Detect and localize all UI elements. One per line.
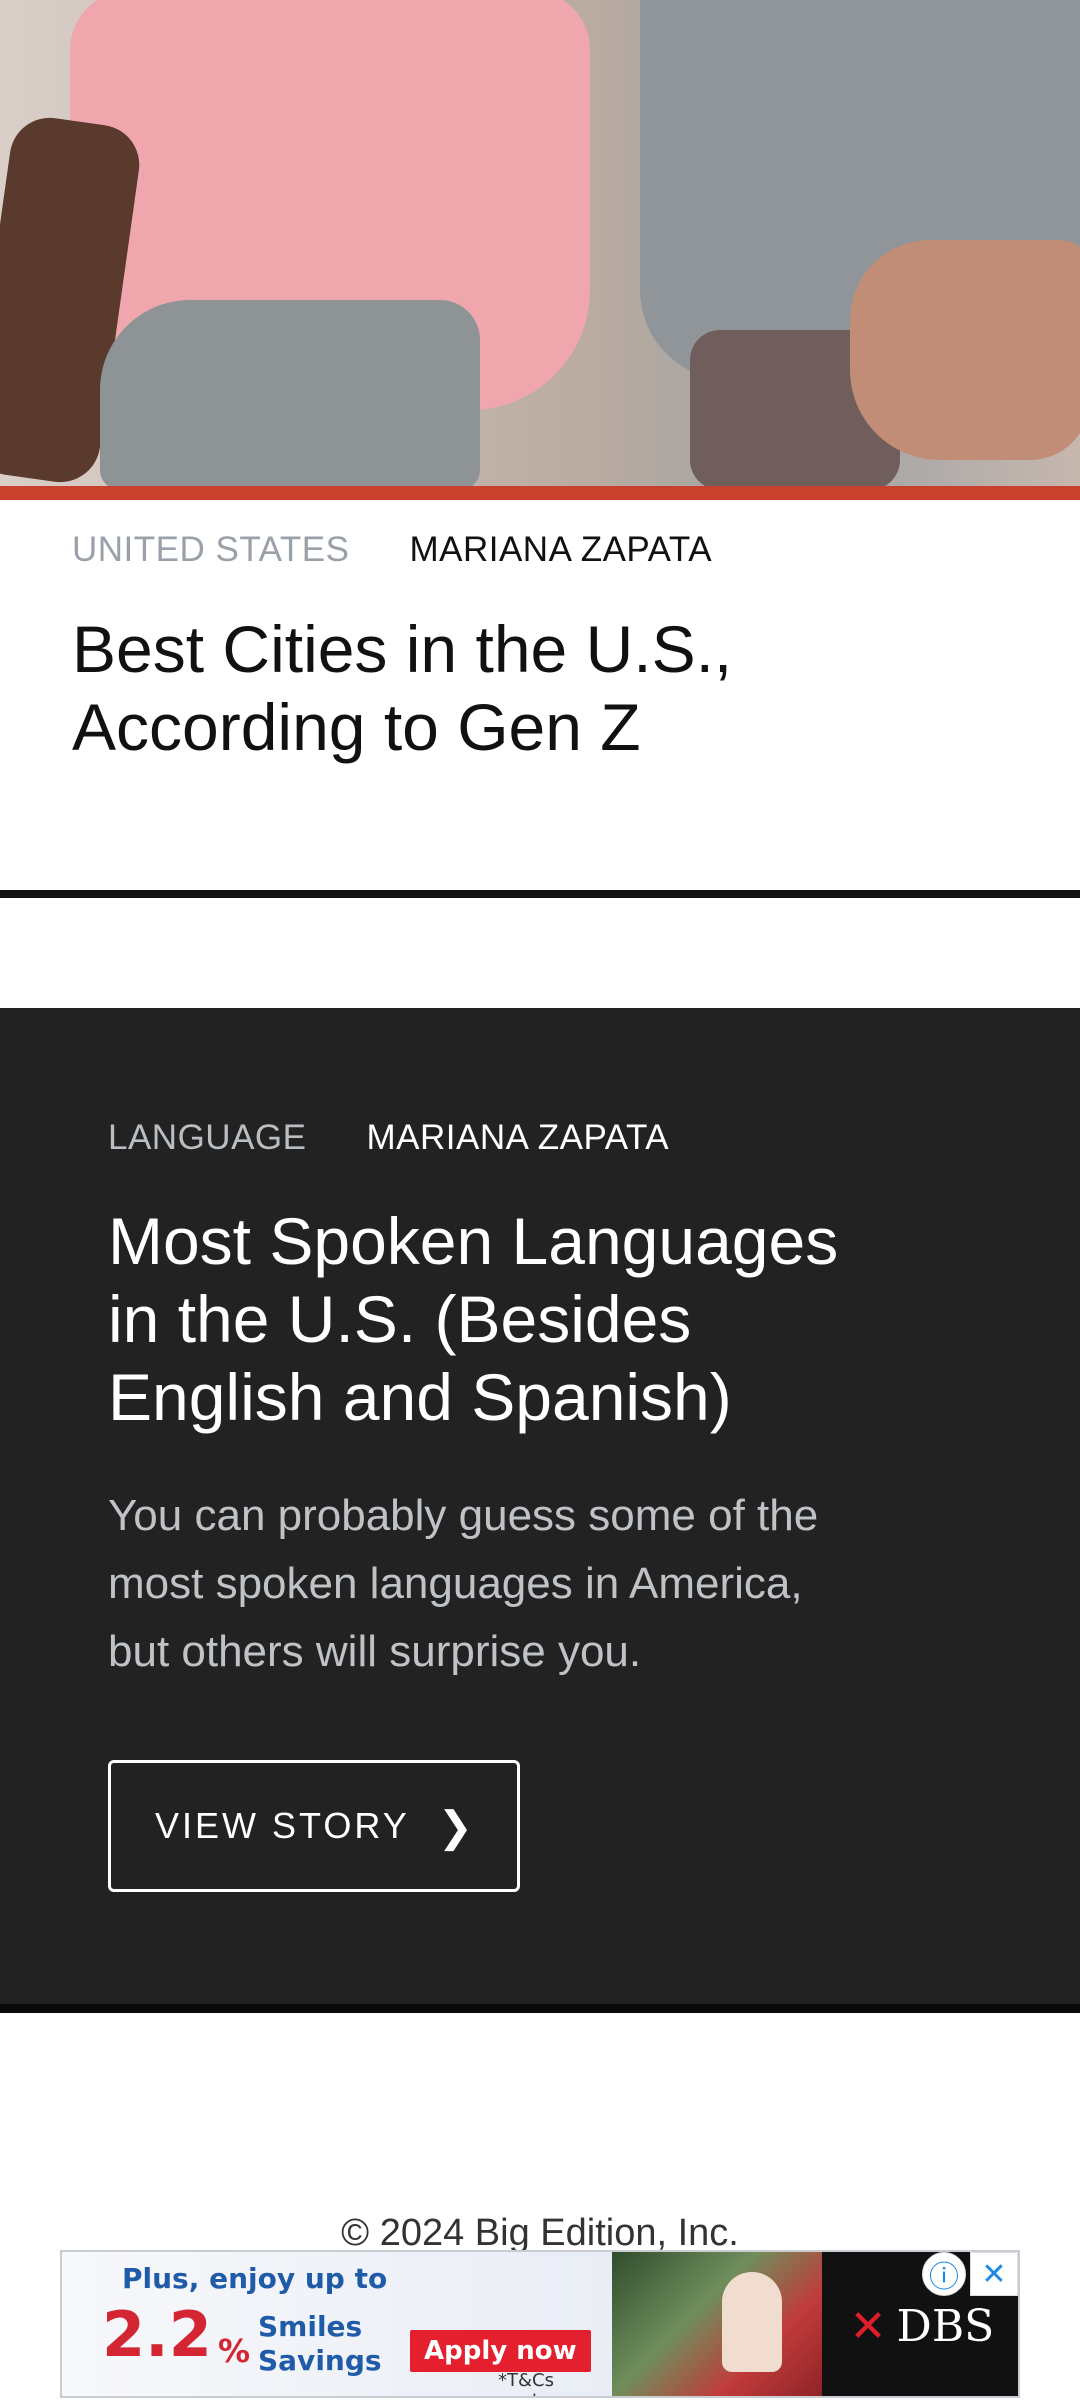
- story-meta: LANGUAGE MARIANA ZAPATA: [108, 1118, 988, 1158]
- dbs-mark-icon: ✕: [849, 2300, 887, 2352]
- story-card-cities[interactable]: UNITED STATES MARIANA ZAPATA Best Cities…: [72, 530, 1012, 766]
- ad-rate: 2.2: [102, 2298, 212, 2371]
- copyright-text: © 2024 Big Edition, Inc.: [341, 2212, 739, 2254]
- story-author-link[interactable]: MARIANA ZAPATA: [409, 530, 712, 570]
- ad-terms: *T&Cs apply.: [498, 2370, 554, 2396]
- ad-close-icon[interactable]: ✕: [970, 2252, 1018, 2296]
- story-card-languages: LANGUAGE MARIANA ZAPATA Most Spoken Lang…: [108, 1118, 988, 1686]
- story-category-link[interactable]: UNITED STATES: [72, 530, 349, 570]
- ad-person: [722, 2272, 782, 2372]
- story-description: You can probably guess some of the most …: [108, 1482, 988, 1686]
- hero-image[interactable]: [0, 0, 1080, 486]
- ad-percent: %: [218, 2332, 251, 2370]
- story-description-line: You can probably guess some of the: [108, 1491, 819, 1540]
- story-title-line: in the U.S. (Besides: [108, 1282, 692, 1356]
- ad-headline: Plus, enjoy up to: [122, 2262, 388, 2295]
- view-story-label: VIEW STORY: [155, 1805, 410, 1846]
- story-title-line: Best Cities in the U.S.,: [72, 612, 733, 686]
- hero-jacket: [100, 300, 480, 486]
- ad-savings-line: Savings: [258, 2344, 382, 2377]
- story-category-link[interactable]: LANGUAGE: [108, 1118, 307, 1158]
- ad-content: Plus, enjoy up to 2.2 % Smiles Savings A…: [62, 2252, 612, 2396]
- story-description-line: most spoken languages in America,: [108, 1559, 803, 1608]
- ad-photo: [612, 2252, 822, 2396]
- story-title-link[interactable]: Best Cities in the U.S., According to Ge…: [72, 610, 1012, 766]
- hero-arm-right: [850, 240, 1080, 460]
- story-meta: UNITED STATES MARIANA ZAPATA: [72, 530, 1012, 570]
- section-divider: [0, 2004, 1080, 2013]
- story-author-link[interactable]: MARIANA ZAPATA: [367, 1118, 670, 1158]
- story-title-line: English and Spanish): [108, 1360, 732, 1434]
- story-description-line: but others will surprise you.: [108, 1627, 642, 1676]
- ad-smiles-savings: Smiles Savings: [258, 2310, 382, 2378]
- section-divider: [0, 890, 1080, 898]
- view-story-button[interactable]: VIEW STORY ❯: [108, 1760, 520, 1892]
- story-title-line: According to Gen Z: [72, 690, 641, 764]
- story-title-line: Most Spoken Languages: [108, 1204, 839, 1278]
- hero-accent-bar: [0, 486, 1080, 500]
- story-title-link[interactable]: Most Spoken Languages in the U.S. (Besid…: [108, 1202, 988, 1436]
- ad-apply-button[interactable]: Apply now: [410, 2330, 591, 2372]
- ad-smiles-line: Smiles: [258, 2310, 363, 2343]
- chevron-right-icon: ❯: [437, 1802, 473, 1850]
- ad-info-icon[interactable]: ⓘ: [922, 2252, 966, 2296]
- ad-banner[interactable]: Plus, enjoy up to 2.2 % Smiles Savings A…: [60, 2250, 1020, 2398]
- ad-brand-name: DBS: [896, 2300, 995, 2352]
